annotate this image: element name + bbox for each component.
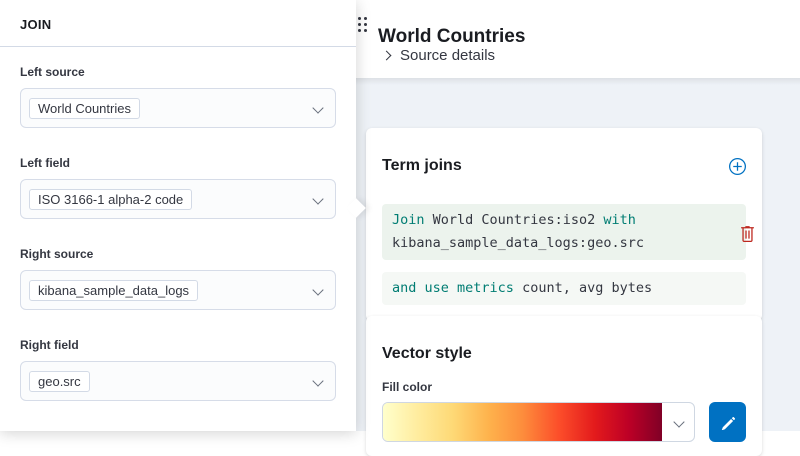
left-field-label: Left field — [20, 156, 336, 170]
term-joins-title: Term joins — [382, 157, 462, 175]
trash-icon — [739, 225, 756, 242]
right-field-select[interactable]: geo.src — [20, 361, 336, 401]
with-keyword: with — [603, 212, 636, 228]
add-join-button[interactable] — [729, 158, 746, 175]
grab-icon — [358, 17, 361, 20]
left-field-group: Left field ISO 3166-1 alpha-2 code — [20, 156, 336, 219]
chevron-down-icon — [312, 375, 323, 386]
layer-title: World Countries — [378, 26, 525, 48]
chevron-down-icon — [312, 284, 323, 295]
chevron-down-icon — [312, 102, 323, 113]
pencil-icon — [720, 415, 735, 430]
right-source-select[interactable]: kibana_sample_data_logs — [20, 270, 336, 310]
term-joins-card: Term joins Join World Countries:iso2 wit… — [366, 128, 762, 321]
chevron-down-icon — [312, 193, 323, 204]
metrics-expression[interactable]: and use metrics count, avg bytes — [382, 272, 746, 305]
right-field-group: Right field geo.src — [20, 338, 336, 401]
right-source-group: Right source kibana_sample_data_logs — [20, 247, 336, 310]
join-right-value: kibana_sample_data_logs:geo.src — [392, 235, 644, 251]
right-source-label: Right source — [20, 247, 336, 261]
plus-in-circle-icon — [729, 158, 746, 175]
source-details-toggle[interactable]: Source details — [383, 47, 495, 64]
left-source-group: Left source World Countries — [20, 65, 336, 128]
chevron-down-icon — [673, 417, 684, 428]
join-left-value: World Countries:iso2 — [433, 212, 596, 228]
chevron-right-icon — [382, 51, 392, 61]
fill-color-ramp-select[interactable] — [382, 402, 695, 442]
right-source-value: kibana_sample_data_logs — [29, 280, 198, 301]
vector-style-card: Vector style Fill color — [366, 316, 762, 456]
vector-style-title: Vector style — [382, 345, 746, 363]
left-field-value: ISO 3166-1 alpha-2 code — [29, 189, 192, 210]
edit-fill-color-button[interactable] — [709, 402, 746, 442]
join-popover: JOIN Left source World Countries Left fi… — [0, 0, 356, 431]
delete-join-button[interactable] — [732, 218, 762, 248]
join-expression[interactable]: Join World Countries:iso2 with kibana_sa… — [382, 204, 746, 260]
metrics-value: count, avg bytes — [522, 280, 652, 296]
source-details-label: Source details — [400, 47, 495, 64]
left-source-value: World Countries — [29, 98, 140, 119]
left-source-select[interactable]: World Countries — [20, 88, 336, 128]
right-field-label: Right field — [20, 338, 336, 352]
metrics-keyword: and use metrics — [392, 280, 514, 296]
left-field-select[interactable]: ISO 3166-1 alpha-2 code — [20, 179, 336, 219]
popover-title: JOIN — [0, 0, 356, 46]
join-keyword: Join — [392, 212, 425, 228]
color-ramp-swatch — [383, 403, 662, 441]
right-field-value: geo.src — [29, 371, 90, 392]
left-source-label: Left source — [20, 65, 336, 79]
fill-color-label: Fill color — [382, 380, 746, 394]
